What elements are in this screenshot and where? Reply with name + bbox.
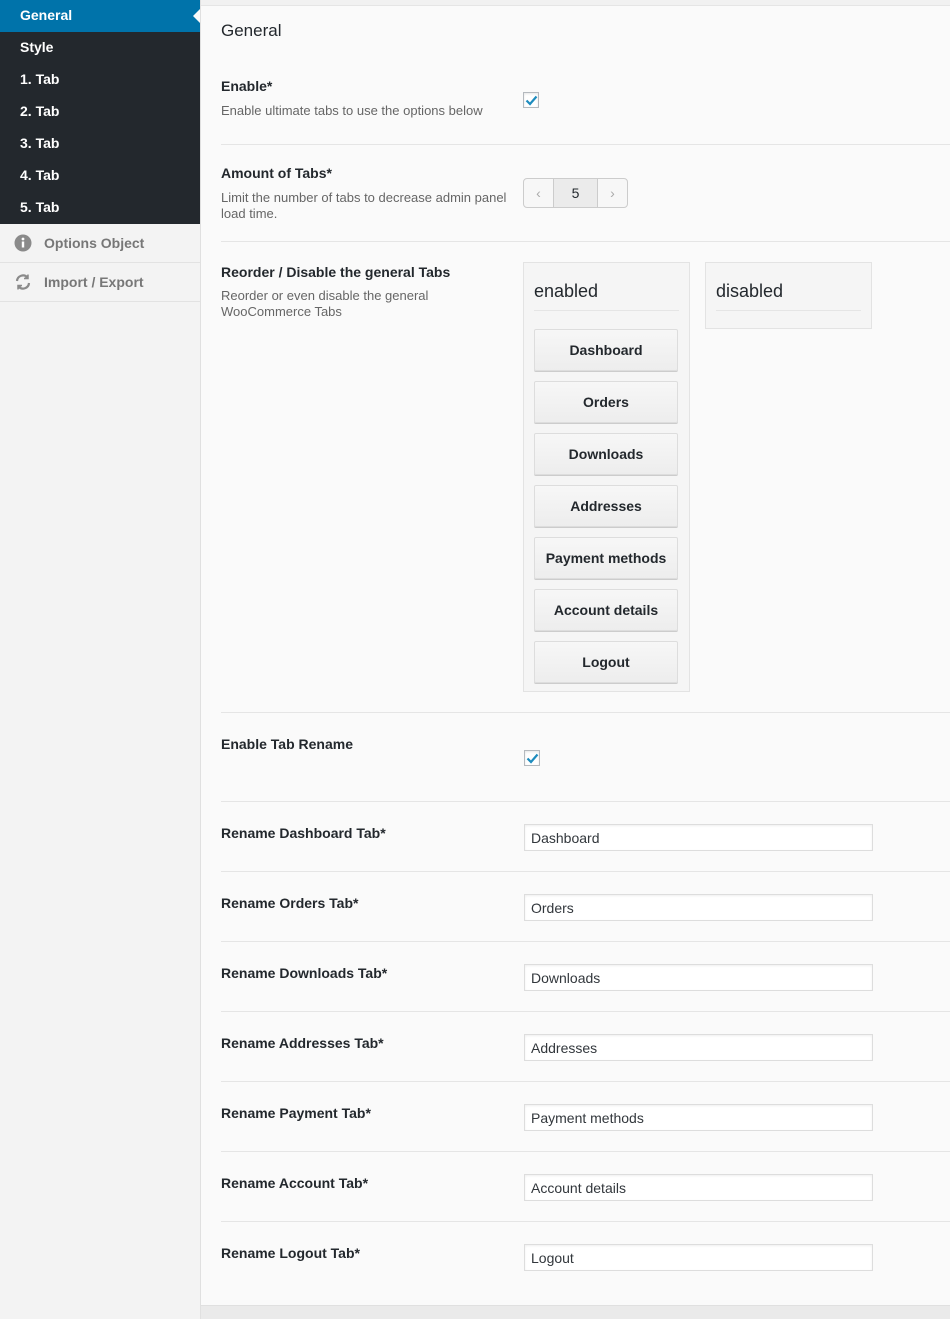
sidebar-item-options-object[interactable]: Options Object	[0, 224, 200, 263]
rename-logout-label: Rename Logout Tab*	[221, 1245, 360, 1261]
sidebar-item-tab-1[interactable]: 1. Tab	[0, 64, 200, 96]
disabled-list-title: disabled	[716, 281, 861, 311]
disabled-list[interactable]: disabled	[705, 262, 872, 329]
rename-account-label: Rename Account Tab*	[221, 1175, 369, 1191]
enable-description: Enable ultimate tabs to use the options …	[221, 103, 483, 118]
sidebar-item-general[interactable]: General	[0, 0, 200, 32]
amount-value[interactable]: 5	[553, 179, 598, 207]
checkmark-icon	[526, 753, 538, 764]
enable-label: Enable*	[221, 78, 273, 94]
checkmark-icon	[525, 95, 537, 106]
sortable-item-dashboard[interactable]: Dashboard	[534, 329, 678, 371]
decrement-button[interactable]: ‹	[524, 179, 553, 207]
rename-downloads-row: Rename Downloads Tab*	[221, 942, 950, 1012]
rename-orders-row: Rename Orders Tab*	[221, 872, 950, 942]
rename-downloads-label: Rename Downloads Tab*	[221, 965, 388, 981]
rename-enable-checkbox[interactable]	[524, 750, 540, 766]
rename-dashboard-row: Rename Dashboard Tab*	[221, 802, 950, 872]
sidebar-item-label: Import / Export	[44, 274, 144, 290]
rename-orders-input[interactable]	[524, 894, 873, 921]
increment-button[interactable]: ›	[598, 179, 627, 207]
sidebar-item-tab-3[interactable]: 3. Tab	[0, 128, 200, 160]
rename-dashboard-label: Rename Dashboard Tab*	[221, 825, 386, 841]
refresh-icon	[14, 273, 32, 291]
reorder-description: Reorder or even disable the general WooC…	[221, 288, 429, 319]
sortable-item-orders[interactable]: Orders	[534, 381, 678, 423]
sidebar-item-style[interactable]: Style	[0, 32, 200, 64]
reorder-label: Reorder / Disable the general Tabs	[221, 264, 451, 280]
sortable-item-account-details[interactable]: Account details	[534, 589, 678, 631]
sidebar-item-tab-5[interactable]: 5. Tab	[0, 192, 200, 224]
rename-orders-label: Rename Orders Tab*	[221, 895, 359, 911]
amount-description: Limit the number of tabs to decrease adm…	[221, 190, 507, 221]
enable-checkbox[interactable]	[523, 92, 539, 108]
rename-payment-input[interactable]	[524, 1104, 873, 1131]
rename-payment-row: Rename Payment Tab*	[221, 1082, 950, 1152]
footer-bar	[201, 1305, 950, 1319]
enabled-list: enabled Dashboard Orders Downloads Addre…	[523, 262, 690, 692]
sortable-item-payment-methods[interactable]: Payment methods	[534, 537, 678, 579]
sortable-item-logout[interactable]: Logout	[534, 641, 678, 683]
sidebar: General Style 1. Tab 2. Tab 3. Tab 4. Ta…	[0, 0, 201, 1319]
sortable-item-addresses[interactable]: Addresses	[534, 485, 678, 527]
info-icon	[14, 234, 32, 252]
settings-panel: General Enable* Enable ultimate tabs to …	[201, 5, 950, 1305]
rename-enable-label: Enable Tab Rename	[221, 736, 354, 752]
rename-enable-row: Enable Tab Rename	[221, 713, 950, 802]
rename-downloads-input[interactable]	[524, 964, 873, 991]
rename-account-input[interactable]	[524, 1174, 873, 1201]
sidebar-nav: General Style 1. Tab 2. Tab 3. Tab 4. Ta…	[0, 0, 200, 224]
enable-row: Enable* Enable ultimate tabs to use the …	[221, 66, 950, 145]
rename-addresses-input[interactable]	[524, 1034, 873, 1061]
rename-account-row: Rename Account Tab*	[221, 1152, 950, 1222]
amount-stepper: ‹ 5 ›	[523, 178, 628, 208]
sidebar-item-label: Options Object	[44, 235, 145, 251]
sortable-item-downloads[interactable]: Downloads	[534, 433, 678, 475]
reorder-row: Reorder / Disable the general Tabs Reord…	[221, 242, 950, 713]
rename-addresses-label: Rename Addresses Tab*	[221, 1035, 384, 1051]
rename-payment-label: Rename Payment Tab*	[221, 1105, 371, 1121]
page-title: General	[221, 21, 282, 40]
sidebar-item-tab-2[interactable]: 2. Tab	[0, 96, 200, 128]
amount-label: Amount of Tabs*	[221, 165, 332, 181]
rename-addresses-row: Rename Addresses Tab*	[221, 1012, 950, 1082]
rename-logout-input[interactable]	[524, 1244, 873, 1271]
enabled-list-title: enabled	[534, 281, 679, 311]
rename-dashboard-input[interactable]	[524, 824, 873, 851]
sidebar-item-import-export[interactable]: Import / Export	[0, 263, 200, 302]
rename-logout-row: Rename Logout Tab*	[221, 1222, 950, 1292]
sidebar-item-tab-4[interactable]: 4. Tab	[0, 160, 200, 192]
